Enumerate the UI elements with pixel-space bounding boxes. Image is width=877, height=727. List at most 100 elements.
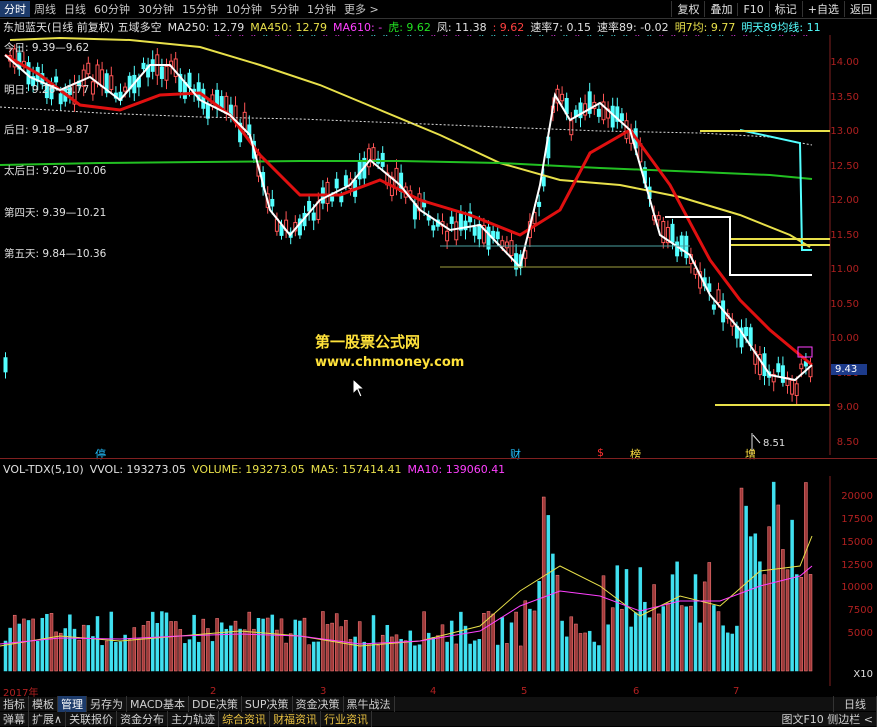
- caifu-news-tab[interactable]: 财福资讯: [270, 711, 322, 727]
- volume-bar: [771, 481, 776, 672]
- volume-bar: [150, 611, 155, 672]
- candle: [334, 178, 339, 189]
- top-flag: x: [311, 35, 316, 38]
- f10-button[interactable]: F10: [737, 2, 768, 16]
- period-select[interactable]: 日线: [833, 696, 877, 712]
- overlay-button[interactable]: 叠加: [704, 1, 737, 17]
- top-flag: x: [431, 35, 436, 38]
- volume-chart[interactable]: [0, 476, 877, 686]
- vtick: 5000: [847, 628, 873, 639]
- tab-daily[interactable]: 日线: [60, 1, 90, 17]
- capital-dist-tab[interactable]: 资金分布: [117, 711, 169, 727]
- candle: [339, 195, 344, 203]
- marker-increase[interactable]: 增: [745, 446, 756, 462]
- capital-button[interactable]: 资金决策: [293, 696, 344, 712]
- top-flag: x: [719, 35, 724, 38]
- watermark-url: www.chnmoney.com: [315, 355, 465, 370]
- volume-bar: [509, 622, 514, 672]
- back-button[interactable]: 返回: [844, 1, 877, 17]
- low-price-label: 8.51: [763, 438, 786, 449]
- volume-bar: [413, 645, 417, 672]
- tab-intraday[interactable]: 分时: [0, 1, 30, 17]
- volume-bar: [275, 629, 279, 672]
- template-button[interactable]: 模板: [29, 696, 58, 712]
- volume-bar: [353, 636, 357, 672]
- news-tab[interactable]: 综合资讯: [219, 711, 271, 727]
- volume-bar: [574, 623, 578, 672]
- volume-bar: [486, 611, 491, 672]
- candlestick-chart[interactable]: xxxxxxxxxxxxxxxxxxxxxxxxxxxxxxxxxxxxxxxx…: [0, 35, 877, 455]
- volume-bar: [114, 641, 118, 672]
- f10-sidebar-button[interactable]: 图文F10 侧边栏 <: [778, 711, 877, 727]
- candle: [100, 69, 105, 88]
- black-bull-button[interactable]: 黑牛战法: [344, 696, 395, 712]
- volume-bar: [229, 625, 233, 672]
- top-flag: x: [623, 35, 628, 38]
- volume-bar: [95, 616, 100, 672]
- tab-10min[interactable]: 10分钟: [222, 1, 266, 17]
- top-flag: x: [587, 35, 592, 38]
- volume-bar: [380, 634, 385, 672]
- manage-button[interactable]: 管理: [58, 696, 87, 712]
- day5-range: 第五天: 9.84—10.36: [4, 248, 107, 260]
- top-flag: x: [767, 35, 772, 38]
- volume-bar: [523, 600, 528, 672]
- mark-button[interactable]: 标记: [768, 1, 802, 17]
- tab-15min[interactable]: 15分钟: [178, 1, 222, 17]
- volume-bar: [261, 618, 265, 672]
- volume-bar: [192, 614, 196, 672]
- ma450-value: MA450: 12.79: [250, 20, 328, 34]
- volume-bar: [587, 630, 592, 672]
- speed7-value: 速率7: 0.15: [530, 21, 592, 34]
- tab-weekly[interactable]: 周线: [30, 1, 60, 17]
- volume-bar: [693, 574, 698, 672]
- candle: [541, 176, 546, 187]
- save-as-button[interactable]: 另存为: [87, 696, 127, 712]
- restore-rights-button[interactable]: 复权: [671, 1, 704, 17]
- volume-bar: [656, 613, 661, 672]
- volume-bar: [666, 602, 670, 672]
- top-flag: x: [455, 35, 460, 38]
- top-flag: x: [215, 35, 220, 38]
- ytick: 10.50: [830, 299, 859, 310]
- volume-bar: [762, 574, 767, 672]
- top-flag: x: [611, 35, 616, 38]
- volume-bar: [514, 611, 518, 672]
- tab-more[interactable]: 更多 >: [340, 1, 383, 17]
- tab-30min[interactable]: 30分钟: [134, 1, 178, 17]
- top-flag: x: [515, 35, 520, 38]
- candle: [164, 65, 169, 81]
- expand-button[interactable]: 扩展∧: [29, 711, 67, 727]
- volume-bar: [394, 634, 399, 672]
- volume-bar: [725, 632, 730, 672]
- candle: [201, 88, 206, 109]
- candle: [619, 113, 624, 122]
- marker-list[interactable]: 榜: [630, 446, 641, 462]
- top-flag: x: [287, 35, 292, 38]
- top-flag: x: [419, 35, 424, 38]
- volume-bar: [399, 638, 403, 672]
- volume-bar: [592, 641, 597, 672]
- tab-60min[interactable]: 60分钟: [90, 1, 134, 17]
- indicator-button[interactable]: 指标: [0, 696, 29, 712]
- tab-5min[interactable]: 5分钟: [266, 1, 303, 17]
- danmu-button[interactable]: 弹幕: [0, 711, 29, 727]
- dde-button[interactable]: DDE决策: [189, 696, 242, 712]
- candle: [357, 160, 362, 180]
- top-toolbar: 分时 周线 日线 60分钟 30分钟 15分钟 10分钟 5分钟 1分钟 更多 …: [0, 0, 877, 19]
- macd-button[interactable]: MACD基本: [127, 696, 189, 712]
- main-track-tab[interactable]: 主力轨迹: [168, 711, 220, 727]
- add-watchlist-button[interactable]: +自选: [801, 1, 844, 17]
- vol-unit: X10: [853, 669, 873, 680]
- industry-news-tab[interactable]: 行业资讯: [321, 711, 373, 727]
- volume-bar: [505, 643, 509, 672]
- sup-button[interactable]: SUP决策: [242, 696, 293, 712]
- marker-suspend[interactable]: 停: [95, 446, 106, 462]
- volume-bar: [624, 569, 629, 672]
- volume-bar: [417, 644, 422, 672]
- marker-finance[interactable]: 财: [510, 446, 521, 462]
- related-quote-tab[interactable]: 关联报价: [66, 711, 118, 727]
- tab-1min[interactable]: 1分钟: [303, 1, 340, 17]
- candle: [675, 241, 680, 257]
- volume-bar: [615, 565, 620, 672]
